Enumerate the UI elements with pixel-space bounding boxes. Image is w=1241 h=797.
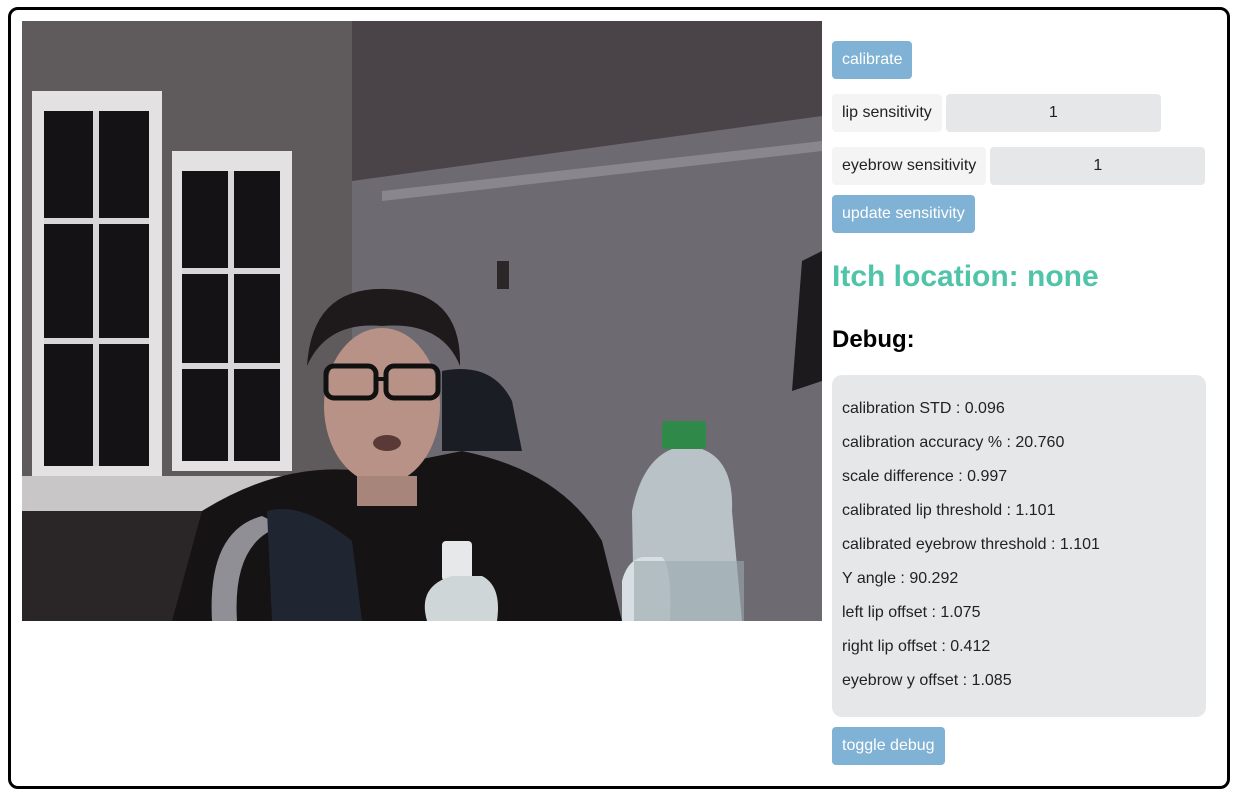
debug-right-lip-offset: right lip offset : 0.412 [842,638,991,655]
lip-sensitivity-row: lip sensitivity [832,94,1161,132]
debug-eyebrow-y-offset: eyebrow y offset : 1.085 [842,672,1012,689]
debug-scale-difference: scale difference : 0.997 [842,468,1008,485]
lip-sensitivity-label: lip sensitivity [832,94,942,132]
debug-calibration-accuracy: calibration accuracy % : 20.760 [842,434,1065,451]
eyebrow-sensitivity-label: eyebrow sensitivity [832,147,987,185]
eyebrow-sensitivity-row: eyebrow sensitivity [832,147,1206,185]
debug-y-angle: Y angle : 90.292 [842,570,959,587]
debug-calibration-std: calibration STD : 0.096 [842,400,1005,417]
itch-location-status: Itch location: none [832,260,1099,293]
lip-sensitivity-input[interactable] [945,94,1161,132]
debug-left-lip-offset: left lip offset : 1.075 [842,604,981,621]
debug-eyebrow-threshold: calibrated eyebrow threshold : 1.101 [842,536,1100,553]
webcam-feed [22,21,822,621]
debug-panel: calibration STD : 0.096 calibration accu… [832,375,1206,717]
toggle-debug-button[interactable]: toggle debug [832,727,945,765]
update-sensitivity-button[interactable]: update sensitivity [832,195,975,233]
debug-lip-threshold: calibrated lip threshold : 1.101 [842,502,1056,519]
eyebrow-sensitivity-input[interactable] [990,147,1206,185]
calibrate-button[interactable]: calibrate [832,41,913,79]
debug-heading: Debug: [832,326,915,353]
